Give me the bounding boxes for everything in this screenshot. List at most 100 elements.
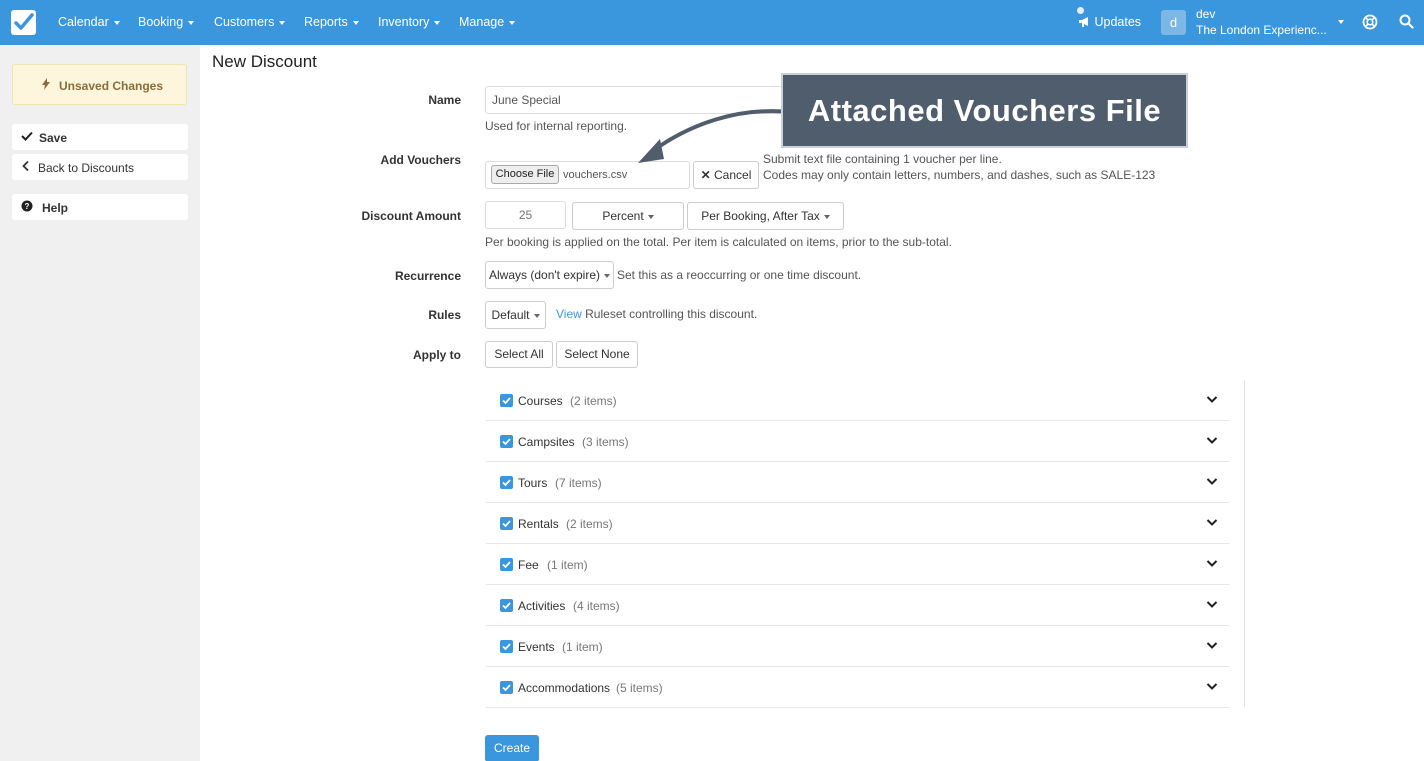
courses-checkbox[interactable]	[500, 394, 513, 407]
chevron-down-icon[interactable]	[1206, 476, 1218, 486]
apply-to-list: Courses (2 items) Campsites (3 items) To…	[486, 380, 1245, 708]
chevron-down-icon[interactable]	[1206, 435, 1218, 445]
page-title: New Discount	[212, 52, 317, 71]
nav-manage-label: Manage	[459, 15, 505, 29]
check-icon	[502, 684, 511, 692]
discount-type-select[interactable]: Percent	[572, 202, 684, 230]
rules-select[interactable]: Default	[485, 301, 546, 329]
discount-amount-input[interactable]: 25	[485, 201, 566, 229]
nav-customers-label: Customers	[214, 15, 275, 29]
user-organization[interactable]: The London Experienc...	[1196, 23, 1326, 37]
user-name[interactable]: dev	[1196, 7, 1215, 21]
choose-file-button[interactable]: Choose File	[491, 165, 559, 184]
nav-calendar[interactable]: Calendar	[58, 15, 120, 29]
list-item-campsites[interactable]: Campsites (3 items)	[486, 421, 1229, 462]
view-ruleset-link[interactable]: View	[556, 307, 582, 321]
caret-down-icon	[113, 20, 120, 25]
help-button[interactable]: ? Help	[12, 194, 188, 220]
list-item-tours[interactable]: Tours (7 items)	[486, 462, 1229, 503]
list-item-name: Campsites	[518, 435, 575, 449]
rules-label: Rules	[428, 308, 461, 322]
annotation-callout: Attached Vouchers File	[781, 73, 1188, 148]
chevron-down-icon[interactable]	[1206, 681, 1218, 691]
updates-button[interactable]: Updates	[1077, 7, 1142, 29]
list-item-name: Tours	[518, 476, 548, 490]
chevron-down-icon[interactable]	[1206, 394, 1218, 404]
back-to-discounts-button[interactable]: Back to Discounts	[12, 154, 188, 180]
list-item-events[interactable]: Events (1 item)	[486, 626, 1229, 667]
close-icon: ✕	[700, 168, 711, 182]
list-item-name: Rentals	[518, 517, 559, 531]
list-item-count: (7 items)	[555, 476, 602, 490]
chevron-down-icon[interactable]	[1206, 517, 1218, 527]
updates-label: Updates	[1094, 15, 1142, 29]
discount-scope-select[interactable]: Per Booking, After Tax	[687, 202, 844, 230]
back-to-discounts-label: Back to Discounts	[38, 161, 135, 175]
unsaved-changes-label: Unsaved Changes	[59, 79, 164, 93]
nav-reports[interactable]: Reports	[304, 15, 359, 29]
nav-inventory-label: Inventory	[378, 15, 430, 29]
check-icon	[502, 520, 511, 528]
list-item-name: Courses	[518, 394, 563, 408]
list-item-name: Events	[518, 640, 555, 654]
select-all-button[interactable]: Select All	[485, 341, 553, 368]
list-item-rentals[interactable]: Rentals (2 items)	[486, 503, 1229, 544]
events-checkbox[interactable]	[500, 640, 513, 653]
nav-inventory[interactable]: Inventory	[378, 15, 441, 29]
apply-to-label: Apply to	[413, 348, 461, 362]
fee-checkbox[interactable]	[500, 558, 513, 571]
tours-checkbox[interactable]	[500, 476, 513, 489]
campsites-checkbox[interactable]	[500, 435, 513, 448]
chevron-left-icon	[22, 160, 29, 172]
rentals-checkbox[interactable]	[500, 517, 513, 530]
list-item-count: (2 items)	[566, 517, 613, 531]
list-item-name: Fee	[518, 558, 539, 572]
nav-calendar-label: Calendar	[58, 15, 109, 29]
caret-down-icon	[647, 214, 654, 219]
list-item-fee[interactable]: Fee (1 item)	[486, 544, 1229, 585]
discount-amount-help: Per booking is applied on the total. Per…	[485, 235, 952, 249]
top-navbar: Calendar Booking Customers Reports Inven…	[0, 0, 1424, 45]
create-button[interactable]: Create	[485, 735, 539, 761]
caret-down-icon	[279, 20, 286, 25]
list-item-name: Activities	[518, 599, 566, 613]
activities-checkbox[interactable]	[500, 599, 513, 612]
caret-down-icon	[533, 313, 540, 318]
app-logo-icon[interactable]	[11, 10, 36, 35]
check-icon	[502, 397, 511, 405]
list-item-courses[interactable]: Courses (2 items)	[486, 380, 1229, 421]
avatar[interactable]: d	[1161, 10, 1186, 35]
recurrence-select[interactable]: Always (don't expire)	[485, 261, 614, 289]
select-none-button[interactable]: Select None	[556, 341, 638, 368]
user-menu-caret-icon[interactable]	[1338, 20, 1344, 24]
caret-down-icon	[434, 20, 441, 25]
rules-help: Ruleset controlling this discount.	[585, 307, 758, 321]
recurrence-value: Always (don't expire)	[489, 268, 600, 282]
nav-booking[interactable]: Booking	[138, 15, 195, 29]
nav-manage[interactable]: Manage	[459, 15, 516, 29]
check-icon	[502, 602, 511, 610]
vouchers-help-line-2: Codes may only contain letters, numbers,…	[763, 168, 1156, 182]
caret-down-icon	[604, 273, 610, 278]
list-item-count: (4 items)	[573, 599, 620, 613]
support-lifebuoy-icon[interactable]	[1362, 14, 1378, 30]
search-icon[interactable]	[1399, 14, 1414, 29]
bolt-icon	[42, 78, 50, 90]
question-circle-icon: ?	[21, 200, 33, 212]
discount-type-value: Percent	[602, 209, 644, 223]
list-item-accommodations[interactable]: Accommodations (5 items)	[486, 667, 1229, 708]
accommodations-checkbox[interactable]	[500, 681, 513, 694]
list-item-activities[interactable]: Activities (4 items)	[486, 585, 1229, 626]
chevron-down-icon[interactable]	[1206, 599, 1218, 609]
save-button[interactable]: Save	[12, 124, 188, 150]
cancel-label: Cancel	[714, 168, 752, 182]
recurrence-help: Set this as a reoccurring or one time di…	[617, 268, 862, 282]
rules-value: Default	[491, 308, 530, 322]
chevron-down-icon[interactable]	[1206, 558, 1218, 568]
list-item-name: Accommodations	[518, 681, 611, 695]
nav-customers[interactable]: Customers	[214, 15, 286, 29]
vouchers-help-line-1: Submit text file containing 1 voucher pe…	[763, 152, 1002, 166]
discount-amount-label: Discount Amount	[361, 209, 461, 223]
chevron-down-icon[interactable]	[1206, 640, 1218, 650]
svg-text:?: ?	[25, 202, 30, 211]
